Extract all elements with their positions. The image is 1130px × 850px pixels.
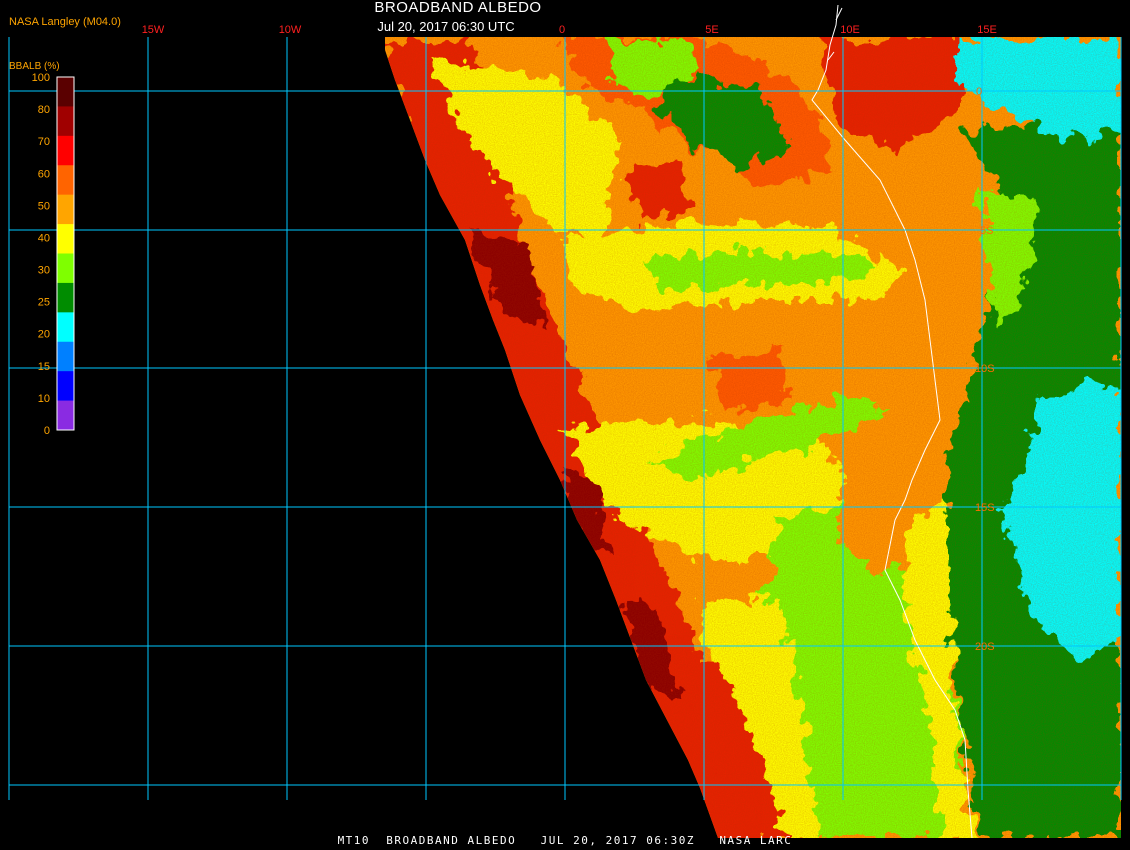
lat-label-20s: 20S — [975, 641, 995, 653]
legend-swatch — [57, 341, 74, 372]
footer-caption: MT10 BROADBAND ALBEDO JUL 20, 2017 06:30… — [337, 834, 793, 847]
legend-swatch — [57, 194, 74, 225]
legend-swatch — [57, 371, 74, 402]
data-source: NASA Langley (M04.0) — [9, 16, 121, 28]
map-timestamp: Jul 20, 2017 06:30 UTC — [377, 19, 515, 34]
lat-label-15s: 15S — [975, 502, 995, 514]
legend-swatch — [57, 400, 74, 431]
albedo-map: 15W 10W 0 5E 10E 15E 0 5S 10S 15S 20S 10… — [0, 0, 1130, 850]
legend-swatch — [57, 282, 74, 313]
legend-swatch — [57, 224, 74, 254]
legend-tick-label: 20 — [38, 329, 50, 341]
legend-swatch — [57, 77, 74, 107]
legend-tick-label: 50 — [38, 200, 50, 212]
lon-label-15e: 15E — [977, 24, 997, 36]
legend-tick-label: 80 — [38, 104, 50, 116]
legend-tick-label: 15 — [38, 361, 50, 373]
lat-label-10s: 10S — [975, 363, 995, 375]
legend-colorbar — [56, 76, 75, 431]
legend-swatch — [57, 312, 74, 343]
legend-tick-label: 100 — [32, 72, 50, 84]
legend-tick-label: 30 — [38, 265, 50, 277]
legend-swatch — [57, 253, 74, 284]
legend-tick-label: 70 — [38, 136, 50, 148]
legend-tick-label: 40 — [38, 232, 50, 244]
legend-label: BBALB (%) — [9, 61, 60, 72]
legend-swatch — [57, 165, 74, 196]
lat-label-0: 0 — [976, 86, 982, 98]
legend-tick-label: 10 — [38, 393, 50, 405]
legend-swatch — [57, 135, 74, 166]
legend-tick-label: 25 — [38, 297, 50, 309]
lat-label-5s: 5S — [980, 225, 993, 237]
legend-tick-label: 60 — [38, 168, 50, 180]
map-title: BROADBAND ALBEDO — [374, 0, 542, 16]
legend-tick-label: 0 — [44, 425, 50, 437]
legend-swatch — [57, 106, 74, 137]
